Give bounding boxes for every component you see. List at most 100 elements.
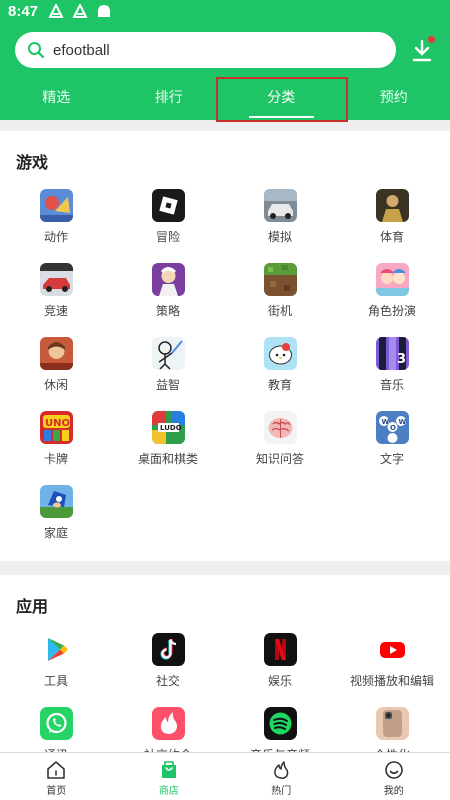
category-entertainment[interactable]: 娱乐 (224, 633, 336, 689)
tinder-icon (151, 707, 185, 740)
strategy-icon (151, 263, 185, 296)
status-bar: 8:47 (0, 0, 450, 22)
category-label: 竞速 (43, 304, 68, 318)
tab-featured[interactable]: 精选 (0, 78, 113, 120)
category-word[interactable]: WOW 文字 (336, 411, 448, 467)
nav-store[interactable]: 商店 (113, 753, 226, 800)
category-tools[interactable]: 工具 (0, 633, 112, 689)
category-personalization[interactable]: 个性化 (336, 707, 448, 755)
category-music-audio[interactable]: 音乐与音频 (224, 707, 336, 755)
category-label: 动作 (43, 230, 68, 244)
category-label: 音乐 (379, 378, 404, 392)
category-arcade[interactable]: 街机 (224, 263, 336, 319)
svg-text:O: O (390, 424, 396, 432)
download-button[interactable] (409, 36, 435, 64)
word-game-icon: WOW (375, 411, 409, 444)
brain-icon (263, 411, 297, 444)
category-label: 家庭 (43, 526, 68, 540)
category-board[interactable]: LUDO 桌面和棋类 (112, 411, 224, 467)
casual-icon (39, 337, 73, 370)
category-casual[interactable]: 休闲 (0, 337, 112, 393)
nav-mine[interactable]: 我的 (338, 753, 450, 800)
category-label: 模拟 (267, 230, 292, 244)
nav-home[interactable]: 首页 (0, 753, 113, 800)
search-value: efootball (53, 41, 110, 59)
app-notification-icon-2 (72, 4, 88, 18)
category-roleplay[interactable]: 角色扮演 (336, 263, 448, 319)
category-label: 角色扮演 (367, 304, 416, 318)
category-social[interactable]: 社交 (112, 633, 224, 689)
search-input[interactable]: efootball (15, 32, 396, 68)
category-label: 娱乐 (267, 674, 292, 688)
sports-icon (375, 189, 409, 222)
category-adventure[interactable]: 冒险 (112, 189, 224, 245)
minecraft-icon (263, 263, 297, 296)
category-label: 文字 (379, 452, 404, 466)
svg-text:W: W (398, 418, 406, 426)
category-label: 社交 (155, 674, 180, 688)
category-label: 教育 (267, 378, 292, 392)
svg-text:3: 3 (397, 352, 406, 367)
category-label: 体育 (379, 230, 404, 244)
category-puzzle[interactable]: 益智 (112, 337, 224, 393)
category-education[interactable]: 教育 (224, 337, 336, 393)
action-game-icon (39, 189, 73, 222)
category-label: 知识问答 (255, 452, 304, 466)
category-dating[interactable]: 社交约会 (112, 707, 224, 755)
phone-theme-icon (375, 707, 409, 740)
category-sports[interactable]: 体育 (336, 189, 448, 245)
category-label: 卡牌 (43, 452, 68, 466)
apps-title: 应用 (16, 597, 49, 616)
category-communication[interactable]: 通讯 (0, 707, 112, 755)
spotify-icon (263, 707, 297, 740)
roblox-icon (151, 189, 185, 222)
category-card[interactable]: UNO 卡牌 (0, 411, 112, 467)
games-grid: 动作 冒险 模拟 体育 竞速 策略 街机 角色扮演 休闲 益智 教育 3 音乐 … (0, 189, 450, 541)
nav-mine-label: 我的 (383, 786, 404, 797)
hello-kitty-icon (263, 337, 297, 370)
tab-ranking[interactable]: 排行 (113, 78, 226, 120)
google-play-icon (39, 633, 73, 666)
games-title: 游戏 (16, 153, 49, 172)
category-label: 策略 (155, 304, 180, 318)
highlight-box (216, 77, 348, 122)
whatsapp-icon (39, 707, 73, 740)
apps-grid: 工具 社交 娱乐 视频播放和编辑 通讯 社交约会 音乐与音频 个性化 (0, 633, 450, 755)
music-game-icon: 3 (375, 337, 409, 370)
category-video[interactable]: 视频播放和编辑 (336, 633, 448, 689)
category-label: 休闲 (43, 378, 68, 392)
nav-hot-label: 热门 (271, 786, 292, 797)
category-label: 益智 (155, 378, 180, 392)
category-strategy[interactable]: 策略 (112, 263, 224, 319)
android-icon (98, 5, 111, 17)
nav-store-label: 商店 (158, 786, 179, 797)
tab-reservation[interactable]: 预约 (338, 78, 450, 120)
category-racing[interactable]: 竞速 (0, 263, 112, 319)
smiley-icon (384, 761, 403, 779)
category-label: 街机 (267, 304, 292, 318)
roleplay-icon (375, 263, 409, 296)
category-family[interactable]: 家庭 (0, 485, 112, 541)
store-bag-icon (161, 761, 176, 778)
home-icon (47, 761, 66, 779)
download-badge (428, 36, 435, 43)
category-label: 冒险 (155, 230, 180, 244)
nav-hot[interactable]: 热门 (225, 753, 338, 800)
tiktok-icon (151, 633, 185, 666)
category-action[interactable]: 动作 (0, 189, 112, 245)
app-notification-icon (48, 4, 64, 18)
ludo-icon: LUDO (151, 411, 185, 444)
apps-section: 应用 工具 社交 娱乐 视频播放和编辑 通讯 社交约会 音乐与音频 (0, 575, 450, 755)
car-sim-icon (263, 189, 297, 222)
puzzle-icon (151, 337, 185, 370)
category-label: 视频播放和编辑 (349, 674, 434, 688)
youtube-icon (375, 633, 409, 666)
sonic-icon (39, 485, 73, 518)
category-simulation[interactable]: 模拟 (224, 189, 336, 245)
category-music[interactable]: 3 音乐 (336, 337, 448, 393)
category-trivia[interactable]: 知识问答 (224, 411, 336, 467)
category-label: 工具 (43, 674, 68, 688)
search-icon (28, 42, 45, 59)
games-section: 游戏 动作 冒险 模拟 体育 竞速 策略 街机 角色扮演 休闲 益智 教育 3 … (0, 131, 450, 561)
status-time: 8:47 (8, 2, 39, 20)
